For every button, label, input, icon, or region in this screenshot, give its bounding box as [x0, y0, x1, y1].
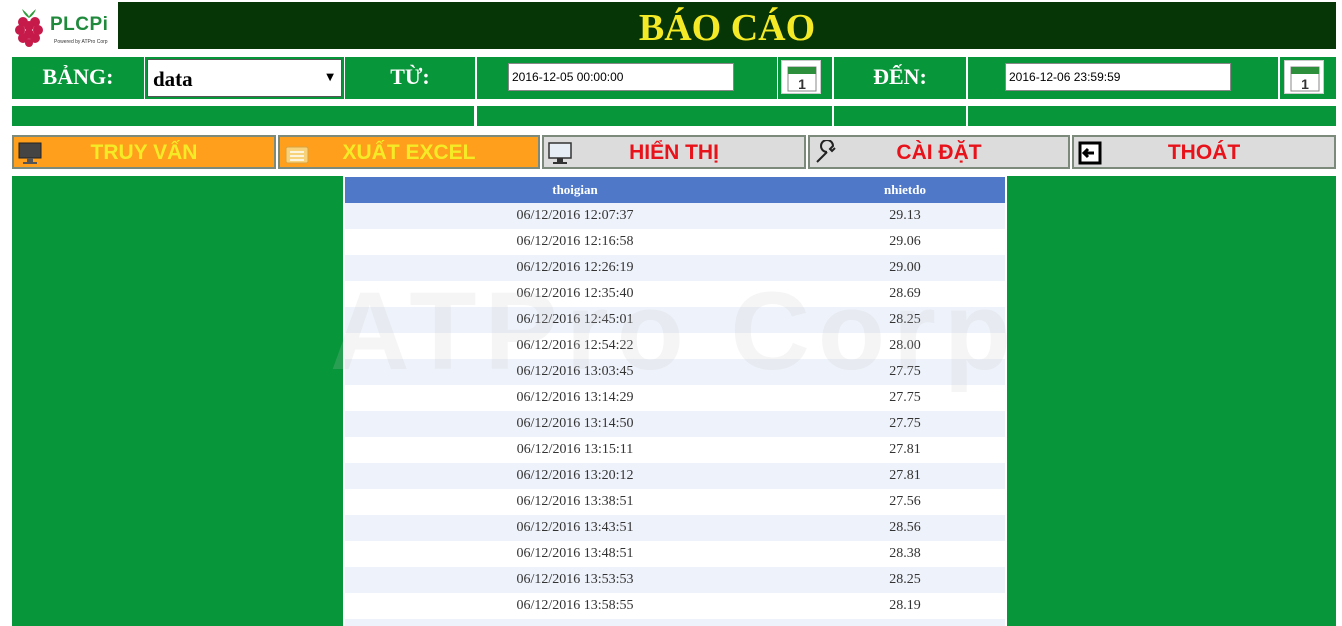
- table-row: 06/12/2016 13:14:29 27.75: [345, 385, 1005, 411]
- table-row: 06/12/2016 12:16:58 29.06: [345, 229, 1005, 255]
- spacer-cell: [968, 106, 1336, 126]
- cell-thoigian: 06/12/2016 13:14:50: [345, 411, 805, 437]
- table-row: 06/12/2016 12:07:37 29.13: [345, 203, 1005, 229]
- table-row: 06/12/2016 13:14:50 27.75: [345, 411, 1005, 437]
- calendar-icon: 1: [787, 66, 817, 92]
- svg-text:1: 1: [798, 76, 806, 92]
- cell-nhietdo: 28.19: [805, 593, 1005, 619]
- table-header-row: thoigian nhietdo: [345, 177, 1005, 203]
- left-panel: [12, 176, 343, 626]
- exit-button-label: THOÁT: [1167, 141, 1241, 164]
- cell-thoigian: 06/12/2016 13:38:51: [345, 489, 805, 515]
- cell-nhietdo: 28.38: [805, 541, 1005, 567]
- cell-thoigian: 06/12/2016 12:16:58: [345, 229, 805, 255]
- table-row: 06/12/2016 12:35:40 28.69: [345, 281, 1005, 307]
- from-calendar-button[interactable]: 1: [781, 60, 821, 94]
- cell-nhietdo: 27.75: [805, 411, 1005, 437]
- cell-thoigian: 06/12/2016 13:48:51: [345, 541, 805, 567]
- cell-nhietdo: 29.06: [805, 229, 1005, 255]
- table-row: 06/12/2016 13:03:45 27.75: [345, 359, 1005, 385]
- cell-thoigian: 06/12/2016 13:03:45: [345, 359, 805, 385]
- cell-nhietdo: 28.00: [805, 333, 1005, 359]
- cell-nhietdo: 27.81: [805, 437, 1005, 463]
- table-row: 06/12/2016 13:43:51 28.56: [345, 515, 1005, 541]
- cell-nhietdo: 28.56: [805, 515, 1005, 541]
- cell-thoigian: 06/12/2016 13:14:29: [345, 385, 805, 411]
- table-row: 06/12/2016 13:53:53 28.25: [345, 567, 1005, 593]
- to-date-input[interactable]: 2016-12-06 23:59:59: [1005, 63, 1231, 91]
- to-calendar-button[interactable]: 1: [1284, 60, 1324, 94]
- query-button-label: TRUY VẤN: [90, 141, 198, 164]
- table-row: [345, 619, 1005, 626]
- cell-thoigian: 06/12/2016 12:07:37: [345, 203, 805, 229]
- cell-thoigian: 06/12/2016 12:54:22: [345, 333, 805, 359]
- chevron-down-icon: ▼: [326, 72, 334, 83]
- column-header-thoigian[interactable]: thoigian: [345, 177, 805, 203]
- table-row: 06/12/2016 12:54:22 28.00: [345, 333, 1005, 359]
- cell-nhietdo: 28.25: [805, 307, 1005, 333]
- cell-nhietdo: 28.69: [805, 281, 1005, 307]
- logo-text: PLCPi: [50, 14, 109, 35]
- cell-thoigian: 06/12/2016 13:15:11: [345, 437, 805, 463]
- cell-nhietdo: 27.75: [805, 359, 1005, 385]
- exit-button[interactable]: THOÁT: [1072, 135, 1336, 169]
- table-row: 06/12/2016 13:58:55 28.19: [345, 593, 1005, 619]
- cell-thoigian: 06/12/2016 13:20:12: [345, 463, 805, 489]
- from-label: TỪ:: [345, 57, 475, 99]
- data-table: thoigian nhietdo 06/12/2016 12:07:37 29.1…: [345, 177, 1005, 626]
- cell-nhietdo: 27.56: [805, 489, 1005, 515]
- display-button-label: HIỂN THỊ: [629, 141, 719, 164]
- export-excel-button[interactable]: XUẤT EXCEL: [278, 135, 540, 169]
- calendar-icon: 1: [1290, 66, 1320, 92]
- cell-nhietdo: 29.00: [805, 255, 1005, 281]
- table-select[interactable]: data ▼: [147, 59, 342, 97]
- from-date-input[interactable]: 2016-12-05 00:00:00: [508, 63, 734, 91]
- cell-nhietdo: 27.75: [805, 385, 1005, 411]
- cell-thoigian: 06/12/2016 13:53:53: [345, 567, 805, 593]
- table-row: 06/12/2016 13:38:51 27.56: [345, 489, 1005, 515]
- right-panel: [1007, 176, 1336, 626]
- table-row: 06/12/2016 13:20:12 27.81: [345, 463, 1005, 489]
- settings-button-label: CÀI ĐẶT: [896, 141, 982, 164]
- logo: PLCPi Powered by ATPro Corp: [12, 2, 116, 49]
- table-row: 06/12/2016 12:26:19 29.00: [345, 255, 1005, 281]
- table-label: BẢNG:: [12, 57, 144, 99]
- cell-thoigian: 06/12/2016 12:45:01: [345, 307, 805, 333]
- logo-subtitle: Powered by ATPro Corp: [54, 39, 108, 45]
- cell-thoigian: 06/12/2016 12:26:19: [345, 255, 805, 281]
- cell-thoigian: [345, 619, 805, 626]
- cell-thoigian: 06/12/2016 13:43:51: [345, 515, 805, 541]
- column-header-nhietdo[interactable]: nhietdo: [805, 177, 1005, 203]
- spacer-cell: [12, 106, 474, 126]
- cell-nhietdo: 29.13: [805, 203, 1005, 229]
- to-label: ĐẾN:: [834, 57, 966, 99]
- data-table-container[interactable]: thoigian nhietdo 06/12/2016 12:07:37 29.1…: [345, 177, 1005, 626]
- table-row: 06/12/2016 13:48:51 28.38: [345, 541, 1005, 567]
- cell-nhietdo: [805, 619, 1005, 626]
- display-button[interactable]: HIỂN THỊ: [542, 135, 806, 169]
- export-excel-button-label: XUẤT EXCEL: [342, 141, 476, 164]
- query-button[interactable]: TRUY VẤN: [12, 135, 276, 169]
- cell-nhietdo: 27.81: [805, 463, 1005, 489]
- cell-nhietdo: 28.25: [805, 567, 1005, 593]
- table-row: 06/12/2016 12:45:01 28.25: [345, 307, 1005, 333]
- raspberry-logo-icon: [15, 9, 43, 47]
- settings-button[interactable]: CÀI ĐẶT: [808, 135, 1070, 169]
- page-title: BÁO CÁO: [638, 7, 816, 49]
- svg-text:1: 1: [1301, 76, 1309, 92]
- title-bar: BÁO CÁO: [118, 2, 1336, 49]
- table-row: 06/12/2016 13:15:11 27.81: [345, 437, 1005, 463]
- cell-thoigian: 06/12/2016 13:58:55: [345, 593, 805, 619]
- cell-thoigian: 06/12/2016 12:35:40: [345, 281, 805, 307]
- spacer-cell: [834, 106, 966, 126]
- spacer-cell: [477, 106, 832, 126]
- table-select-value: data: [153, 67, 193, 91]
